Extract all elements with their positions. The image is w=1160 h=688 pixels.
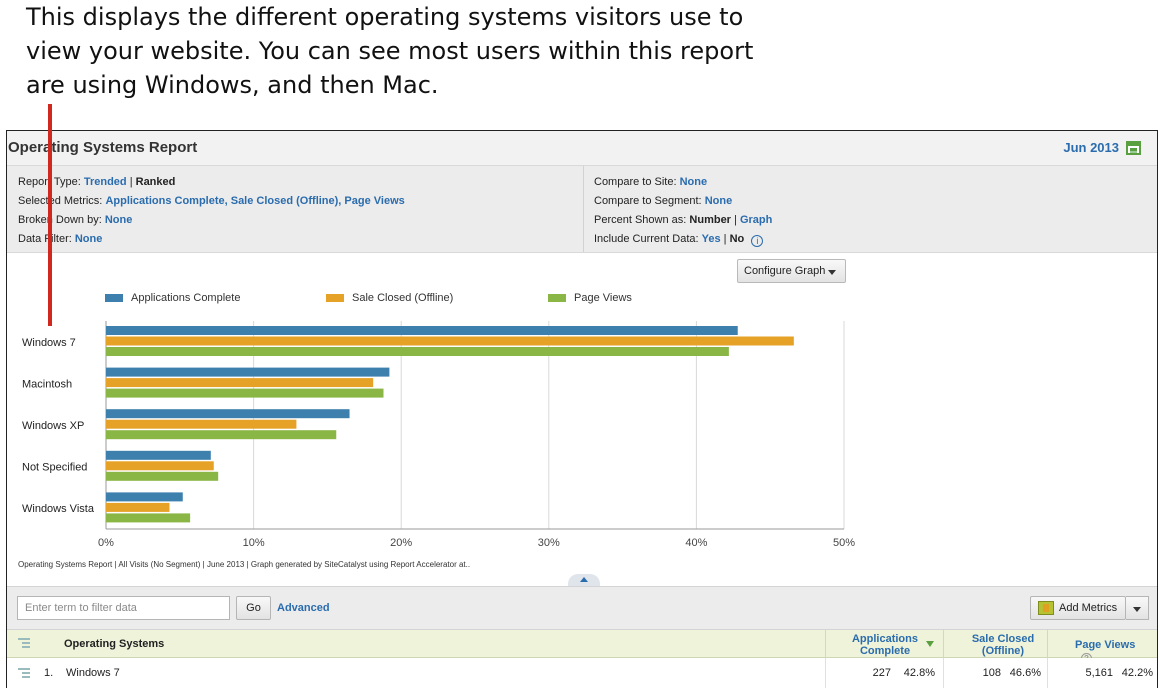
sort-desc-icon[interactable] (926, 641, 934, 647)
bar-sale-closed-offline (106, 336, 794, 346)
row-os-name[interactable]: Windows 7 (66, 667, 120, 679)
category-label: Not Specified (22, 462, 87, 474)
bar-page-views (106, 513, 191, 523)
x-tick-label: 50% (833, 537, 855, 549)
category-label: Macintosh (22, 378, 72, 390)
row-applications-value: 227 (872, 667, 891, 679)
row-sale-value: 108 (982, 667, 1001, 679)
bar-sale-closed-offline (106, 461, 214, 471)
table-row: 1. Windows 7 227 42.8% 108 46.6% 5,161 4… (7, 658, 1157, 688)
column-header-applications-complete[interactable]: Applications Complete (843, 633, 927, 657)
advanced-link[interactable]: Advanced (277, 602, 330, 614)
column-divider (943, 630, 944, 657)
column-divider (1047, 630, 1048, 657)
category-label: Windows 7 (22, 337, 76, 349)
bar-page-views (106, 388, 384, 398)
table-header: Operating Systems Applications Complete … (7, 629, 1157, 664)
header-line: Page Views (1075, 639, 1136, 651)
callout-line-1: This displays the different operating sy… (26, 3, 744, 31)
x-tick-label: 10% (243, 537, 265, 549)
add-metrics-icon (1038, 601, 1054, 615)
bar-applications-complete (106, 326, 738, 335)
bar-sale-closed-offline (106, 378, 374, 388)
bar-page-views (106, 430, 337, 440)
bar-applications-complete (106, 367, 390, 377)
add-metrics-dropdown[interactable] (1126, 596, 1149, 620)
bar-applications-complete (106, 450, 211, 460)
bar-page-views (106, 471, 219, 481)
row-applications-pct: 42.8% (903, 667, 935, 679)
bar-applications-complete (106, 492, 183, 502)
header-line: Complete (859, 645, 911, 657)
collapse-graph-toggle[interactable] (568, 574, 600, 586)
row-page-views-pct: 42.2% (1121, 667, 1153, 679)
column-header-sale-closed[interactable]: Sale Closed (Offline) (957, 633, 1049, 657)
callout-line-3: are using Windows, and then Mac. (26, 71, 439, 99)
callout-line-2: view your website. You can see most user… (26, 37, 754, 65)
bar-applications-complete (106, 409, 350, 419)
header-line: Applications (851, 633, 918, 645)
x-tick-label: 0% (98, 537, 114, 549)
row-sale-pct: 46.6% (1009, 667, 1041, 679)
add-metrics-label: Add Metrics (1059, 602, 1118, 614)
graph-footnote: Operating Systems Report | All Visits (N… (18, 560, 471, 569)
column-header-operating-systems[interactable]: Operating Systems (64, 638, 164, 650)
row-rank: 1. (44, 667, 54, 679)
category-label: Windows XP (22, 420, 84, 432)
column-divider (825, 658, 826, 688)
row-page-views-value: 5,161 (1085, 667, 1113, 679)
column-divider (825, 630, 826, 657)
go-button[interactable]: Go (236, 596, 271, 620)
bar-sale-closed-offline (106, 419, 297, 429)
report-panel: Operating Systems Report Jun 2013 Report… (6, 130, 1158, 688)
category-label: Windows Vista (22, 503, 95, 515)
bar-chart: 0% 10% 20% 30% 40% 50% Windows 7 Macintosh Windo… (22, 321, 855, 549)
breakdown-icon[interactable] (18, 638, 30, 649)
header-line: Sale Closed (971, 633, 1035, 645)
header-line: (Offline) (981, 645, 1025, 657)
x-tick-label: 20% (390, 537, 412, 549)
x-tick-label: 30% (538, 537, 560, 549)
column-divider (1047, 658, 1048, 688)
add-metrics-button[interactable]: Add Metrics (1030, 596, 1126, 620)
callout-annotation: This displays the different operating sy… (26, 0, 786, 102)
x-tick-label: 40% (685, 537, 707, 549)
filter-input[interactable] (17, 596, 230, 620)
bar-sale-closed-offline (106, 502, 170, 512)
column-divider (943, 658, 944, 688)
bar-page-views (106, 347, 729, 356)
breakdown-icon[interactable] (18, 668, 30, 679)
filter-toolbar: Go Advanced Add Metrics (7, 586, 1157, 629)
callout-pointer-line (48, 104, 52, 326)
